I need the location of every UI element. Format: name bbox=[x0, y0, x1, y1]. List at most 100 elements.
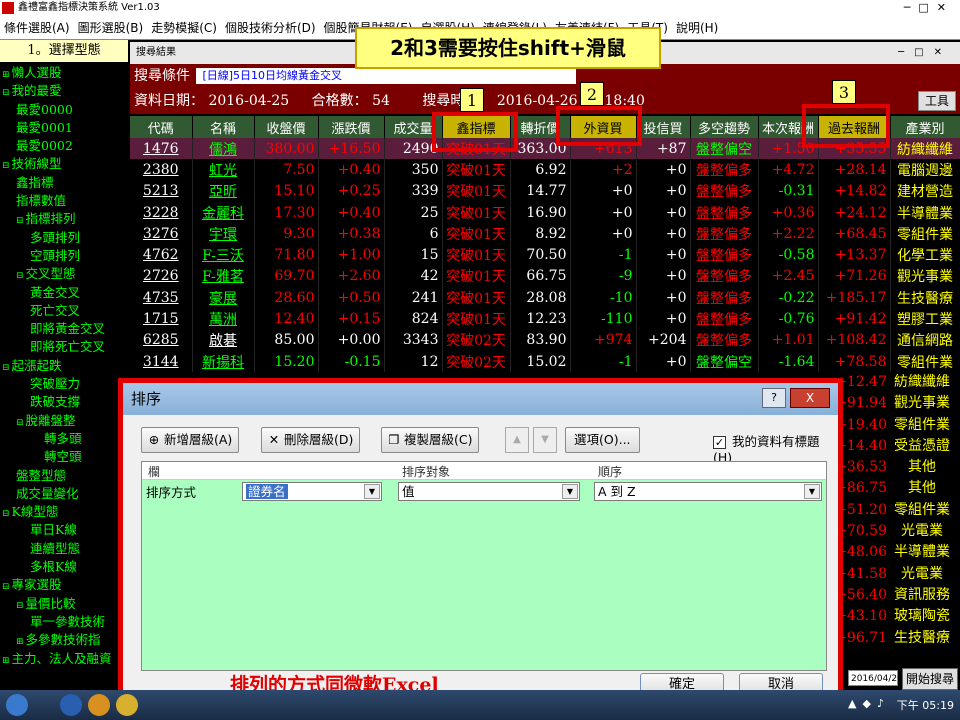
tree-item[interactable]: ⊟ K線型態 bbox=[0, 503, 128, 521]
table-cell: 盤整偏多 bbox=[690, 244, 759, 266]
table-row[interactable]: 4762 F-三沃 71.80 +1.00 15 突破01天 70.50 -1 +0 盤整偏多 -0… bbox=[130, 244, 960, 266]
menu-item[interactable]: 個股技術分析(D) bbox=[221, 19, 320, 36]
table-cell: -0.58 bbox=[758, 244, 819, 266]
tree-item[interactable]: 即將黃金交叉 bbox=[0, 320, 128, 338]
tree-item[interactable]: 即將死亡交叉 bbox=[0, 338, 128, 356]
date-field[interactable]: 2016/04/26 bbox=[848, 670, 903, 686]
add-level-button[interactable]: ⊕ 新增層級(A) bbox=[141, 427, 240, 453]
expand-toggle-icon[interactable]: ⊟ bbox=[16, 601, 24, 611]
start-orb-icon[interactable] bbox=[6, 694, 28, 716]
table-row[interactable]: 6285 啟碁 85.00 +0.00 3343 突破02天 83.90 +974 +204 盤整… bbox=[130, 329, 960, 351]
tree-item[interactable]: 死亡交叉 bbox=[0, 302, 128, 320]
tree-item[interactable]: ⊟ 脫離盤整 bbox=[0, 412, 128, 430]
expand-toggle-icon[interactable]: ⊟ bbox=[2, 161, 10, 171]
column-header[interactable]: 漲跌價 bbox=[318, 116, 385, 138]
table-row[interactable]: 5213 亞昕 15.10 +0.25 339 突破01天 14.77 +0 +0 盤整偏多 -0.… bbox=[130, 180, 960, 202]
menu-item[interactable]: 說明(H) bbox=[672, 19, 722, 36]
has-header-checkbox[interactable]: ✓ 我的資料有標題(H) bbox=[713, 431, 838, 465]
tree-item[interactable]: 最愛0002 bbox=[0, 137, 128, 155]
tools-button[interactable]: 工具 bbox=[917, 91, 956, 111]
menu-item[interactable]: 走勢模擬(C) bbox=[147, 19, 221, 36]
chevron-down-icon[interactable]: ▼ bbox=[562, 484, 578, 499]
expand-toggle-icon[interactable]: ⊞ bbox=[16, 637, 24, 647]
chevron-down-icon[interactable]: ▼ bbox=[804, 484, 820, 499]
table-cell: +0 bbox=[636, 350, 691, 373]
column-header[interactable]: 產業別 bbox=[890, 116, 960, 138]
tree-item[interactable]: ⊟ 交叉型態 bbox=[0, 265, 128, 283]
expand-toggle-icon[interactable]: ⊟ bbox=[2, 363, 10, 373]
browser-icon[interactable] bbox=[88, 694, 110, 716]
table-row[interactable]: 2380 虹光 7.50 +0.40 350 突破01天 6.92 +2 +0 盤整偏多 +4.72… bbox=[130, 159, 960, 181]
expand-toggle-icon[interactable]: ⊟ bbox=[2, 582, 10, 592]
start-search-button[interactable]: 開始搜尋 bbox=[902, 668, 958, 690]
tree-item[interactable]: ⊟ 量價比較 bbox=[0, 595, 128, 613]
table-row[interactable]: 3276 宇環 9.30 +0.38 6 突破01天 8.92 +0 +0 盤整偏多 +2.22 +6… bbox=[130, 223, 960, 245]
tree-item[interactable]: 多根K線 bbox=[0, 558, 128, 576]
menu-item[interactable]: 條件選股(A) bbox=[0, 19, 74, 36]
tree-item[interactable]: 最愛0000 bbox=[0, 101, 128, 119]
chevron-down-icon[interactable]: ▼ bbox=[364, 484, 380, 499]
table-row[interactable]: 1715 萬洲 12.40 +0.15 824 突破01天 12.23 -110 +0 盤整偏多 -… bbox=[130, 308, 960, 330]
table-cell: -0.22 bbox=[758, 287, 819, 309]
expand-toggle-icon[interactable]: ⊟ bbox=[16, 271, 24, 281]
tree-item[interactable]: 連續型態 bbox=[0, 540, 128, 558]
folder-icon[interactable] bbox=[116, 694, 138, 716]
tree-item[interactable]: ⊞ 多參數技術指 bbox=[0, 631, 128, 649]
expand-toggle-icon[interactable]: ⊟ bbox=[2, 88, 10, 98]
table-row[interactable]: 2726 F-雅茗 69.70 +2.60 42 突破01天 66.75 -9 +0 盤整偏多 +2… bbox=[130, 265, 960, 288]
close-button[interactable]: X bbox=[790, 388, 830, 408]
delete-level-button[interactable]: ✕ 刪除層級(D) bbox=[261, 427, 361, 453]
tree-item[interactable]: 單日K線 bbox=[0, 521, 128, 539]
column-header[interactable]: 收盤價 bbox=[254, 116, 319, 138]
tree-item[interactable]: ⊟ 我的最愛 bbox=[0, 82, 128, 100]
copy-level-button[interactable]: ❐ 複製層級(C) bbox=[381, 427, 480, 453]
column-header[interactable]: 名稱 bbox=[192, 116, 255, 138]
tree-item[interactable]: 最愛0001 bbox=[0, 119, 128, 137]
column-header[interactable]: 代碼 bbox=[130, 116, 193, 138]
table-row[interactable]: 3228 金麗科 17.30 +0.40 25 突破01天 16.90 +0 +0 盤整偏多 +0.… bbox=[130, 201, 960, 224]
tree-item[interactable]: ⊟ 指標排列 bbox=[0, 210, 128, 228]
tree-item[interactable]: ⊞ 主力、法人及融資 bbox=[0, 650, 128, 668]
help-button[interactable]: ? bbox=[762, 388, 786, 408]
search-condition-field[interactable]: [日線]5日10日均線黃金交叉 bbox=[196, 68, 577, 84]
expand-toggle-icon[interactable]: ⊞ bbox=[2, 656, 10, 666]
table-row[interactable]: 3144 新揚科 15.20 -0.15 12 突破02天 15.02 -1 +0 盤整偏空 -1.… bbox=[130, 350, 960, 373]
tree-item[interactable]: 轉空頭 bbox=[0, 448, 128, 466]
move-up-button[interactable]: ▲ bbox=[505, 427, 529, 453]
column-header[interactable]: 多空趨勢 bbox=[690, 116, 759, 138]
tree-item[interactable]: 突破壓力 bbox=[0, 375, 128, 393]
options-button[interactable]: 選項(O)... bbox=[565, 427, 640, 453]
expand-toggle-icon[interactable]: ⊟ bbox=[2, 509, 10, 519]
column-header[interactable]: 投信買 bbox=[636, 116, 691, 138]
tree-item[interactable]: ⊟ 技術線型 bbox=[0, 155, 128, 173]
ie-icon[interactable] bbox=[60, 694, 82, 716]
expand-toggle-icon[interactable]: ⊟ bbox=[16, 418, 24, 428]
tree-item[interactable]: ⊟ 起漲起跌 bbox=[0, 357, 128, 375]
table-cell: 8.92 bbox=[510, 223, 571, 245]
sort-column-select[interactable]: 證券名 ▼ bbox=[242, 482, 382, 501]
tree-item[interactable]: ⊟ 專家選股 bbox=[0, 576, 128, 594]
expand-toggle-icon[interactable]: ⊞ bbox=[2, 70, 10, 80]
tree-item[interactable]: 成交量變化 bbox=[0, 485, 128, 503]
table-cell: 塑膠工業 bbox=[890, 308, 960, 330]
tree-item[interactable]: 多頭排列 bbox=[0, 229, 128, 247]
tree-item[interactable]: 指標數值 bbox=[0, 192, 128, 210]
tree-item[interactable]: 單一參數技術 bbox=[0, 613, 128, 631]
menu-item[interactable]: 圖形選股(B) bbox=[74, 19, 148, 36]
order-select[interactable]: A 到 Z ▼ bbox=[594, 482, 822, 501]
checkbox-check-icon[interactable]: ✓ bbox=[713, 436, 726, 449]
window-controls[interactable]: ─□✕ bbox=[904, 0, 954, 16]
tree-item[interactable]: 跌破支撐 bbox=[0, 393, 128, 411]
expand-toggle-icon[interactable]: ⊟ bbox=[16, 216, 24, 226]
tree-item[interactable]: 空頭排列 bbox=[0, 247, 128, 265]
sort-on-select[interactable]: 值 ▼ bbox=[398, 482, 580, 501]
tree-item[interactable]: 盤整型態 bbox=[0, 467, 128, 485]
table-row[interactable]: 4735 豪展 28.60 +0.50 241 突破01天 28.08 -10 +0 盤整偏多 -0… bbox=[130, 287, 960, 309]
system-tray[interactable]: ▲◆♪ bbox=[848, 697, 890, 710]
tree-item[interactable]: 鑫指標 bbox=[0, 174, 128, 192]
tree-item[interactable]: 轉多頭 bbox=[0, 430, 128, 448]
tree-item[interactable]: 黃金交叉 bbox=[0, 284, 128, 302]
move-down-button[interactable]: ▼ bbox=[533, 427, 557, 453]
result-window-controls[interactable]: ─□✕ bbox=[898, 42, 952, 64]
tree-item[interactable]: ⊞ 懶人選股 bbox=[0, 64, 128, 82]
